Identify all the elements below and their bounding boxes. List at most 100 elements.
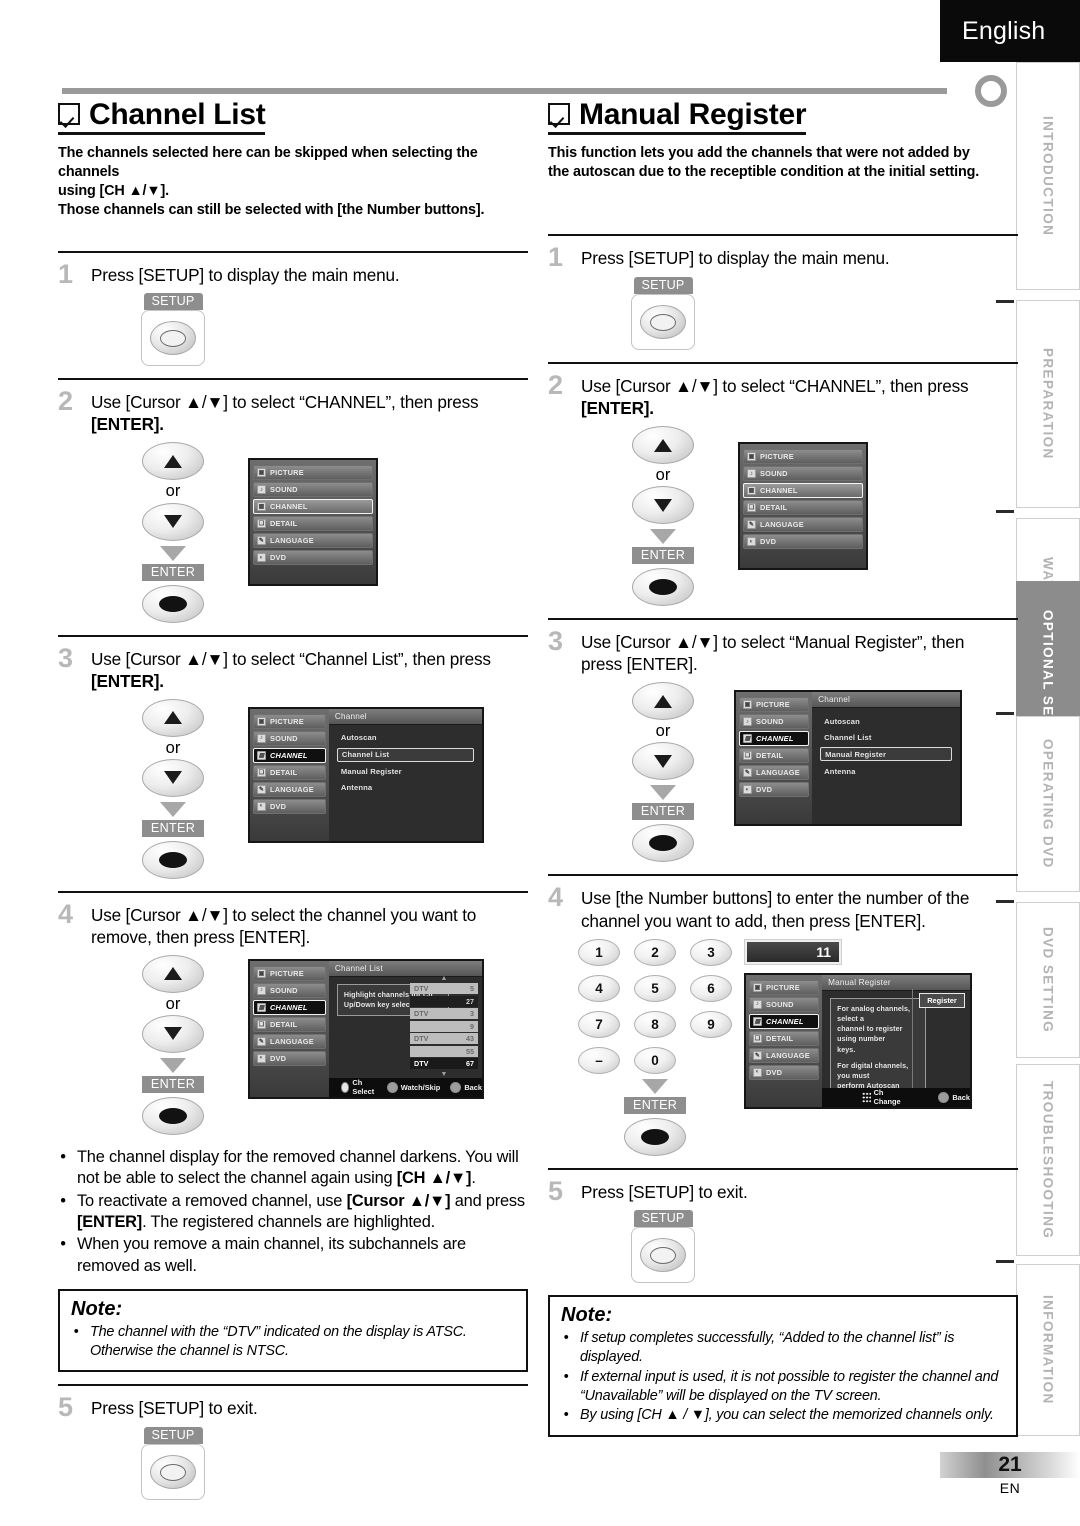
cursor-up-button[interactable] bbox=[142, 954, 204, 993]
cursor-down-button[interactable] bbox=[142, 758, 204, 797]
osd-item-picture[interactable]: ▣ PICTURE bbox=[253, 465, 373, 481]
setup-button[interactable] bbox=[141, 1444, 205, 1501]
footer-ch-select[interactable]: Ch Select bbox=[340, 1078, 377, 1096]
osd-item-language[interactable]: ✎ LANGUAGE bbox=[739, 765, 810, 781]
footer-ch-change[interactable]: Ch Change bbox=[862, 1088, 906, 1106]
number-key-3[interactable]: 3 bbox=[690, 938, 732, 966]
cursor-down-button[interactable] bbox=[142, 1014, 204, 1053]
sidebar-item-operating-dvd[interactable]: OPERATING DVD bbox=[1016, 716, 1080, 892]
osd-item-channel[interactable]: ▦ CHANNEL bbox=[749, 1013, 820, 1029]
osd-item-language[interactable]: ✎ LANGUAGE bbox=[253, 1033, 326, 1049]
sidebar-item-troubleshooting[interactable]: TROUBLESHOOTING bbox=[1016, 1064, 1080, 1256]
osd-item-dvd[interactable]: ◐ DVD bbox=[743, 534, 863, 550]
channel-entry[interactable]: DTV 3 bbox=[410, 1008, 478, 1020]
number-key-0[interactable]: 0 bbox=[634, 1046, 676, 1074]
osd-channel-entries[interactable]: ▲ DTV 5 27 DTV 3 9 DTV 43 55 DTV 67 ▼ bbox=[410, 975, 478, 1078]
osd-item-language[interactable]: ✎ LANGUAGE bbox=[253, 781, 326, 797]
channel-entry[interactable]: 27 bbox=[410, 995, 478, 1007]
osd-item-picture[interactable]: ▣ PICTURE bbox=[739, 697, 810, 713]
footer-back[interactable]: Back bbox=[938, 1091, 970, 1103]
channel-entry[interactable]: 55 bbox=[410, 1045, 478, 1057]
osd-item-detail[interactable]: ❏ DETAIL bbox=[743, 500, 863, 516]
enter-button[interactable] bbox=[142, 840, 204, 879]
number-key-1[interactable]: 1 bbox=[578, 938, 620, 966]
number-key-2[interactable]: 2 bbox=[634, 938, 676, 966]
osd-item-detail[interactable]: ❏ DETAIL bbox=[749, 1030, 820, 1046]
channel-entry[interactable]: DTV 43 bbox=[410, 1033, 478, 1045]
osd-item-channel[interactable]: ▦ CHANNEL bbox=[739, 731, 810, 747]
number-key-4[interactable]: 4 bbox=[578, 974, 620, 1002]
osd-item-picture[interactable]: ▣ PICTURE bbox=[743, 449, 863, 465]
enter-button[interactable] bbox=[632, 568, 694, 607]
osd-item-sound[interactable]: ♪ SOUND bbox=[749, 996, 820, 1012]
setup-button[interactable] bbox=[141, 310, 205, 367]
sidebar-item-information[interactable]: INFORMATION bbox=[1016, 1264, 1080, 1436]
osd-item-dvd[interactable]: ◐ DVD bbox=[253, 798, 326, 814]
or-label: or bbox=[165, 482, 181, 501]
osd-row-channel-list[interactable]: Channel List bbox=[336, 747, 474, 762]
osd-row-manual-register[interactable]: Manual Register bbox=[337, 766, 474, 778]
osd-item-picture[interactable]: ▣ PICTURE bbox=[253, 713, 326, 729]
sidebar-item-preparation[interactable]: PREPARATION bbox=[1016, 300, 1080, 508]
sidebar-item-dvd-setting[interactable]: DVD SETTING bbox=[1016, 902, 1080, 1058]
setup-button[interactable] bbox=[631, 294, 695, 351]
osd-item-dvd[interactable]: ◐ DVD bbox=[253, 1050, 326, 1066]
osd-item-detail[interactable]: ❏ DETAIL bbox=[253, 516, 373, 532]
osd-item-language[interactable]: ✎ LANGUAGE bbox=[253, 533, 373, 549]
osd-row-antenna[interactable]: Antenna bbox=[820, 765, 952, 777]
osd-item-detail[interactable]: ❏ DETAIL bbox=[253, 1016, 326, 1032]
osd-item-detail[interactable]: ❏ DETAIL bbox=[253, 764, 326, 780]
cursor-up-button[interactable] bbox=[142, 698, 204, 737]
osd-item-sound[interactable]: ♪ SOUND bbox=[739, 714, 810, 730]
footer-back[interactable]: Back bbox=[450, 1081, 482, 1093]
picture-icon: ▣ bbox=[257, 968, 266, 978]
osd-item-dvd[interactable]: ◐ DVD bbox=[253, 550, 373, 566]
number-buttons[interactable]: 1 2 3 4 5 6 7 8 9 – 0 bbox=[578, 938, 732, 1074]
channel-entry[interactable]: DTV 67 bbox=[410, 1058, 478, 1070]
osd-row-channel-list[interactable]: Channel List bbox=[820, 731, 952, 743]
step-4-left: 4 Use [Cursor ▲/▼] to select the channel… bbox=[58, 890, 528, 1135]
osd-row-antenna[interactable]: Antenna bbox=[337, 782, 474, 794]
cursor-up-button[interactable] bbox=[632, 426, 694, 465]
number-key-7[interactable]: 7 bbox=[578, 1010, 620, 1038]
osd-item-channel[interactable]: ▦ CHANNEL bbox=[743, 483, 863, 499]
enter-button[interactable] bbox=[142, 584, 204, 623]
osd-item-language[interactable]: ✎ LANGUAGE bbox=[749, 1047, 820, 1063]
channel-entry[interactable]: DTV 5 bbox=[410, 983, 478, 995]
footer-watch-skip[interactable]: Watch/Skip bbox=[386, 1081, 440, 1093]
enter-button[interactable] bbox=[632, 824, 694, 863]
cursor-up-button[interactable] bbox=[632, 682, 694, 721]
number-key-9[interactable]: 9 bbox=[690, 1010, 732, 1038]
enter-button[interactable] bbox=[142, 1096, 204, 1135]
osd-item-channel[interactable]: ▦ CHANNEL bbox=[253, 499, 373, 515]
cursor-down-button[interactable] bbox=[632, 486, 694, 525]
osd-item-sound[interactable]: ♪ SOUND bbox=[253, 482, 373, 498]
cursor-up-button[interactable] bbox=[142, 442, 204, 481]
cursor-down-button[interactable] bbox=[142, 502, 204, 541]
cursor-down-button[interactable] bbox=[632, 742, 694, 781]
osd-item-dvd[interactable]: ◐ DVD bbox=[749, 1064, 820, 1080]
channel-entry[interactable]: 9 bbox=[410, 1020, 478, 1032]
step-text: Press [SETUP] to display the main menu. bbox=[91, 264, 400, 285]
osd-row-manual-register[interactable]: Manual Register bbox=[820, 747, 952, 762]
osd-item-channel[interactable]: ▦ CHANNEL bbox=[253, 747, 326, 763]
osd-item-language[interactable]: ✎ LANGUAGE bbox=[743, 517, 863, 533]
osd-row-autoscan[interactable]: Autoscan bbox=[820, 715, 952, 727]
osd-item-dvd[interactable]: ◐ DVD bbox=[739, 782, 810, 798]
register-button[interactable]: Register bbox=[919, 992, 965, 1008]
number-key-5[interactable]: 5 bbox=[634, 974, 676, 1002]
osd-item-channel[interactable]: ▦ CHANNEL bbox=[253, 999, 326, 1015]
sidebar-item-introduction[interactable]: INTRODUCTION bbox=[1016, 62, 1080, 290]
osd-item-sound[interactable]: ♪ SOUND bbox=[253, 982, 326, 998]
osd-item-picture[interactable]: ▣ PICTURE bbox=[253, 965, 326, 981]
setup-button[interactable] bbox=[631, 1227, 695, 1284]
osd-item-picture[interactable]: ▣ PICTURE bbox=[749, 979, 820, 995]
osd-item-sound[interactable]: ♪ SOUND bbox=[743, 466, 863, 482]
osd-item-sound[interactable]: ♪ SOUND bbox=[253, 730, 326, 746]
number-key-6[interactable]: 6 bbox=[690, 974, 732, 1002]
number-key-dash[interactable]: – bbox=[578, 1046, 620, 1074]
enter-button[interactable] bbox=[624, 1117, 687, 1156]
osd-row-autoscan[interactable]: Autoscan bbox=[337, 732, 474, 744]
osd-item-detail[interactable]: ❏ DETAIL bbox=[739, 748, 810, 764]
number-key-8[interactable]: 8 bbox=[634, 1010, 676, 1038]
